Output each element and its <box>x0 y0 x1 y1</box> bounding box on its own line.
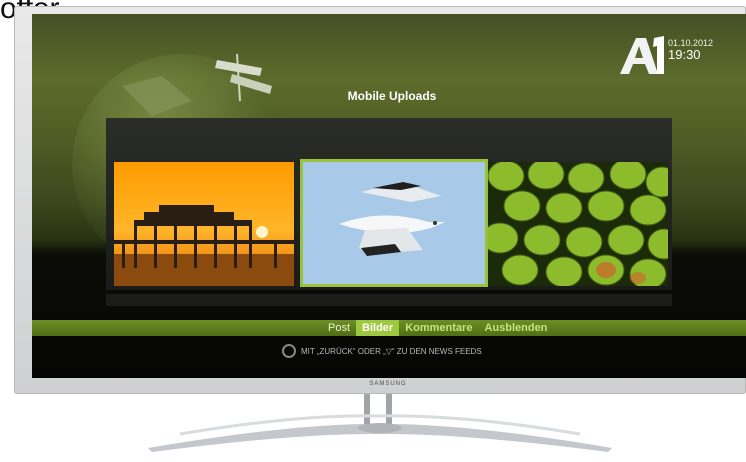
tv-brand-label: SAMSUNG <box>369 381 407 387</box>
tv-stand <box>148 394 612 452</box>
menu-item-ausblenden[interactable]: Ausblenden <box>478 320 553 336</box>
menu-item-post[interactable]: Post <box>322 320 356 336</box>
gallery-image-seagull[interactable] <box>300 159 488 287</box>
menu: Post Bilder Kommentare Ausblenden <box>322 320 553 336</box>
gallery-image-pier[interactable] <box>114 162 294 286</box>
pier-sunset-photo <box>114 162 294 286</box>
navigation-hint: MIT „ZURÜCK“ ODER „▽“ ZU DEN NEWS FEEDS <box>282 344 482 358</box>
hint-text: MIT „ZURÜCK“ ODER „▽“ ZU DEN NEWS FEEDS <box>301 346 482 356</box>
tv-screen: 01.10.2012 19:30 Mobile Uploads Post Bil… <box>32 14 746 378</box>
seagull-photo <box>303 162 485 284</box>
page-title: Mobile Uploads <box>347 89 437 103</box>
a1-logo <box>620 36 664 74</box>
green-fruit-photo <box>488 162 668 286</box>
back-icon <box>282 344 296 358</box>
signpost-icon <box>122 53 272 116</box>
gallery-image-fruit[interactable] <box>488 162 668 286</box>
menu-item-kommentare[interactable]: Kommentare <box>399 320 478 336</box>
time-display: 19:30 <box>668 47 701 62</box>
gallery-scroll-track <box>106 294 672 306</box>
menu-item-bilder[interactable]: Bilder <box>356 320 400 336</box>
